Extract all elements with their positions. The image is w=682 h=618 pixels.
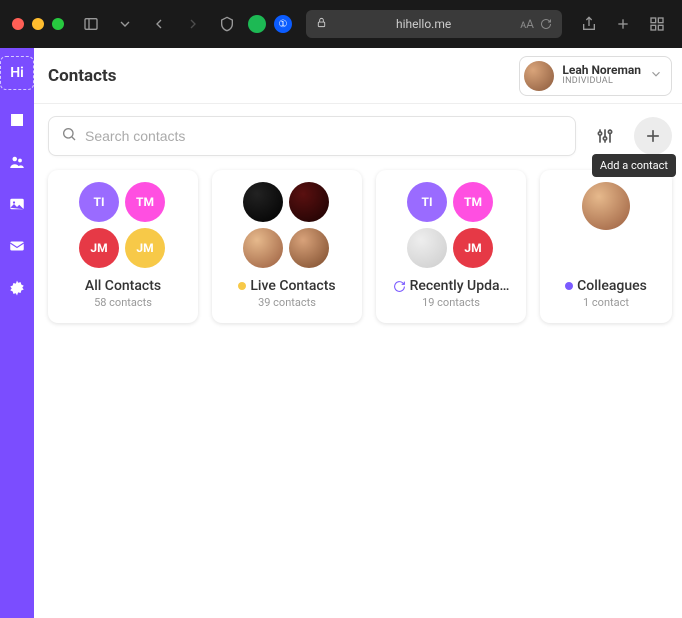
group-count: 19 contacts	[422, 296, 480, 309]
main-content: Contacts Leah Noreman INDIVIDUAL	[34, 48, 682, 618]
filter-button[interactable]	[586, 117, 624, 155]
reader-icon[interactable]: ᴀA	[520, 17, 534, 31]
chevron-down-icon[interactable]	[112, 11, 138, 37]
search-input[interactable]	[85, 128, 563, 144]
tooltip-add-contact: Add a contact	[592, 154, 676, 177]
group-title: Live Contacts	[238, 278, 335, 294]
avatar	[407, 228, 447, 268]
avatar: TI	[79, 182, 119, 222]
group-title-text: All Contacts	[85, 278, 161, 294]
avatar: JM	[453, 228, 493, 268]
toolbar: Add a contact	[34, 104, 682, 164]
group-count: 58 contacts	[94, 296, 152, 309]
app-logo[interactable]: Hi	[0, 56, 34, 90]
group-count: 1 contact	[583, 296, 629, 309]
contact-group-card[interactable]: Live Contacts 39 contacts	[212, 170, 362, 323]
contact-group-card[interactable]: Colleagues 1 contact	[540, 170, 672, 323]
maximize-window-icon[interactable]	[52, 18, 64, 30]
avatar: JM	[125, 228, 165, 268]
group-count: 39 contacts	[258, 296, 316, 309]
contact-groups: TITMJMJMAll Contacts58 contactsLive Cont…	[34, 164, 682, 329]
group-title-text: Colleagues	[577, 278, 647, 294]
avatar	[289, 182, 329, 222]
extension-icon[interactable]: ①	[274, 15, 292, 33]
page-title: Contacts	[48, 66, 116, 86]
avatar: TI	[407, 182, 447, 222]
shield-icon[interactable]	[214, 11, 240, 37]
avatar-grid	[243, 182, 331, 270]
url-text: hihello.me	[333, 17, 514, 31]
search-box[interactable]	[48, 116, 576, 156]
close-window-icon[interactable]	[12, 18, 24, 30]
extension-icon[interactable]	[248, 15, 266, 33]
group-title: Recently Upda…	[393, 278, 510, 294]
mail-icon[interactable]	[5, 234, 29, 258]
backgrounds-icon[interactable]	[5, 192, 29, 216]
url-bar[interactable]: hihello.me ᴀA	[306, 10, 562, 38]
group-title-text: Live Contacts	[250, 278, 335, 294]
contact-group-card[interactable]: TITMJMJMAll Contacts58 contacts	[48, 170, 198, 323]
settings-icon[interactable]	[5, 276, 29, 300]
bullet-icon	[238, 282, 246, 290]
group-title: Colleagues	[565, 278, 647, 294]
bullet-icon	[565, 282, 573, 290]
nav-forward-icon[interactable]	[180, 11, 206, 37]
avatar	[582, 182, 630, 230]
app: Hi Contacts Leah Noreman INDIVIDUAL	[0, 48, 682, 618]
user-menu[interactable]: Leah Noreman INDIVIDUAL	[519, 56, 672, 96]
contact-group-card[interactable]: TITM JM Recently Upda… 19 contacts	[376, 170, 526, 323]
avatar: TM	[453, 182, 493, 222]
contacts-icon[interactable]	[5, 150, 29, 174]
search-icon	[61, 126, 77, 146]
user-info: Leah Noreman INDIVIDUAL	[562, 64, 641, 87]
refresh-icon	[393, 280, 406, 293]
cards-icon[interactable]	[5, 108, 29, 132]
app-sidebar: Hi	[0, 48, 34, 618]
window-controls	[12, 18, 64, 30]
group-title: All Contacts	[85, 278, 161, 294]
avatar: JM	[79, 228, 119, 268]
browser-chrome: ① hihello.me ᴀA	[0, 0, 682, 48]
lock-icon	[316, 17, 327, 31]
avatar	[289, 228, 329, 268]
avatar	[524, 61, 554, 91]
avatar: TM	[125, 182, 165, 222]
new-tab-icon[interactable]	[610, 11, 636, 37]
reload-icon[interactable]	[540, 18, 552, 30]
sidebar-toggle-icon[interactable]	[78, 11, 104, 37]
tabs-overview-icon[interactable]	[644, 11, 670, 37]
topbar: Contacts Leah Noreman INDIVIDUAL	[34, 48, 682, 104]
minimize-window-icon[interactable]	[32, 18, 44, 30]
chevron-down-icon	[649, 66, 663, 85]
avatar-grid	[562, 182, 650, 270]
share-icon[interactable]	[576, 11, 602, 37]
avatar	[243, 182, 283, 222]
nav-back-icon[interactable]	[146, 11, 172, 37]
avatar-grid: TITM JM	[407, 182, 495, 270]
group-title-text: Recently Upda…	[410, 278, 510, 294]
add-contact-button[interactable]	[634, 117, 672, 155]
user-plan: INDIVIDUAL	[562, 77, 641, 87]
avatar-grid: TITMJMJM	[79, 182, 167, 270]
avatar	[243, 228, 283, 268]
